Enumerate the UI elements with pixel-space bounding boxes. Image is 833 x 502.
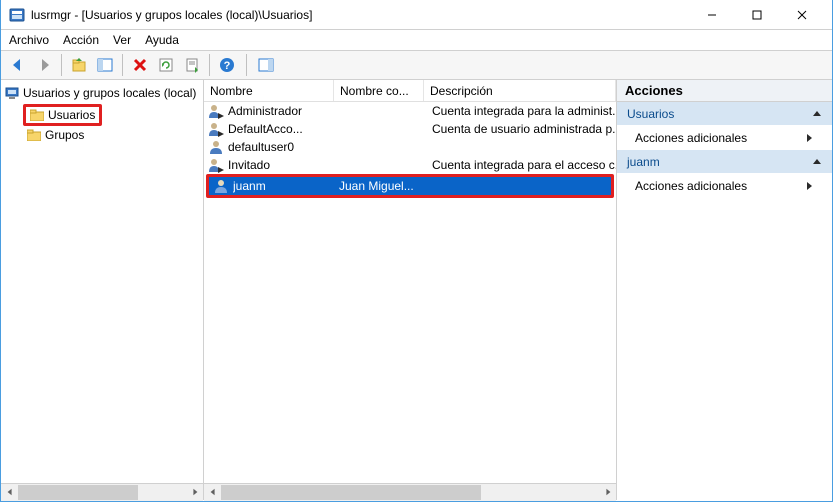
actions-title: Acciones	[617, 80, 832, 102]
cell-description: Cuenta de usuario administrada p..	[424, 122, 616, 136]
chevron-right-icon	[804, 181, 814, 191]
computer-icon	[5, 86, 19, 100]
cell-name: juanm	[233, 179, 339, 193]
column-fullname[interactable]: Nombre co...	[334, 80, 424, 101]
chevron-right-icon	[804, 133, 814, 143]
user-disabled-icon	[208, 157, 224, 173]
menu-action[interactable]: Acción	[63, 33, 99, 47]
scroll-left-button[interactable]	[204, 484, 221, 501]
menu-view[interactable]: Ver	[113, 33, 131, 47]
user-disabled-icon	[208, 121, 224, 137]
chevron-up-icon	[812, 109, 822, 119]
tree-root-node[interactable]: Usuarios y grupos locales (local)	[3, 84, 201, 102]
toolbar-separator	[209, 54, 210, 76]
user-icon	[213, 178, 229, 194]
show-hide-action-pane-button[interactable]	[255, 54, 277, 76]
back-button[interactable]	[7, 54, 29, 76]
scroll-thumb[interactable]	[221, 485, 481, 500]
cell-name: defaultuser0	[228, 140, 334, 154]
actions-body: Usuarios Acciones adicionales juanm Acci…	[617, 102, 832, 500]
cell-fullname: Juan Miguel...	[339, 179, 429, 193]
column-description[interactable]: Descripción	[424, 80, 616, 101]
menu-bar: Archivo Acción Ver Ayuda	[1, 30, 832, 50]
column-name[interactable]: Nombre	[204, 80, 334, 101]
folder-icon	[27, 129, 41, 141]
actions-additional-2[interactable]: Acciones adicionales	[617, 174, 832, 198]
scroll-left-button[interactable]	[1, 484, 18, 501]
tree-root-label: Usuarios y grupos locales (local)	[23, 86, 196, 100]
folder-icon	[30, 109, 44, 121]
cell-name: Administrador	[228, 104, 334, 118]
actions-section-users-label: Usuarios	[627, 107, 674, 121]
scroll-thumb[interactable]	[18, 485, 138, 500]
list-row[interactable]: Invitado Cuenta integrada para el acceso…	[204, 156, 616, 174]
svg-text:?: ?	[224, 60, 231, 72]
user-disabled-icon	[208, 103, 224, 119]
toolbar-separator	[61, 54, 62, 76]
list-body: Administrador Cuenta integrada para la a…	[204, 102, 616, 483]
menu-help[interactable]: Ayuda	[145, 33, 179, 47]
list-horizontal-scrollbar[interactable]	[204, 483, 616, 500]
up-button[interactable]	[68, 54, 90, 76]
export-list-button[interactable]	[181, 54, 203, 76]
list-row-selected[interactable]: juanm Juan Miguel...	[209, 177, 611, 195]
list-row[interactable]: Administrador Cuenta integrada para la a…	[204, 102, 616, 120]
tree-groups-label: Grupos	[45, 128, 84, 142]
help-button[interactable]: ?	[216, 54, 238, 76]
tree-users-label[interactable]: Usuarios	[48, 108, 95, 122]
window-title: lusrmgr - [Usuarios y grupos locales (lo…	[31, 8, 689, 22]
show-hide-tree-button[interactable]	[94, 54, 116, 76]
scroll-right-button[interactable]	[599, 484, 616, 501]
maximize-button[interactable]	[734, 0, 779, 30]
toolbar: ?	[1, 50, 832, 80]
annotation-selected-row: juanm Juan Miguel...	[206, 174, 614, 198]
forward-button[interactable]	[33, 54, 55, 76]
list-row[interactable]: DefaultAcco... Cuenta de usuario adminis…	[204, 120, 616, 138]
cell-name: DefaultAcco...	[228, 122, 334, 136]
scroll-track[interactable]	[18, 484, 186, 501]
tree-horizontal-scrollbar[interactable]	[1, 483, 203, 500]
refresh-button[interactable]	[155, 54, 177, 76]
cell-name: Invitado	[228, 158, 334, 172]
toolbar-separator	[122, 54, 123, 76]
list-header: Nombre Nombre co... Descripción	[204, 80, 616, 102]
actions-pane: Acciones Usuarios Acciones adicionales j…	[617, 80, 832, 500]
close-button[interactable]	[779, 0, 824, 30]
scroll-track[interactable]	[221, 484, 599, 501]
tree-pane: Usuarios y grupos locales (local) Usuari…	[1, 80, 204, 500]
window-titlebar: lusrmgr - [Usuarios y grupos locales (lo…	[1, 0, 832, 30]
actions-section-users[interactable]: Usuarios	[617, 102, 832, 126]
list-pane: Nombre Nombre co... Descripción Administ…	[204, 80, 617, 500]
app-icon	[9, 7, 25, 23]
user-icon	[208, 139, 224, 155]
minimize-button[interactable]	[689, 0, 734, 30]
tree-body: Usuarios y grupos locales (local) Usuari…	[1, 80, 203, 483]
actions-additional-label: Acciones adicionales	[635, 131, 747, 145]
actions-section-selected-label: juanm	[627, 155, 660, 169]
delete-button[interactable]	[129, 54, 151, 76]
chevron-up-icon	[812, 157, 822, 167]
annotation-users-node: Usuarios	[23, 104, 102, 126]
cell-description: Cuenta integrada para el acceso c..	[424, 158, 616, 172]
actions-additional-label: Acciones adicionales	[635, 179, 747, 193]
toolbar-separator	[246, 54, 247, 76]
actions-section-selected[interactable]: juanm	[617, 150, 832, 174]
scroll-right-button[interactable]	[186, 484, 203, 501]
list-row[interactable]: defaultuser0	[204, 138, 616, 156]
cell-description: Cuenta integrada para la administ..	[424, 104, 616, 118]
tree-groups-node[interactable]: Grupos	[3, 126, 201, 144]
menu-file[interactable]: Archivo	[9, 33, 49, 47]
actions-additional-1[interactable]: Acciones adicionales	[617, 126, 832, 150]
main-area: Usuarios y grupos locales (local) Usuari…	[1, 80, 832, 500]
